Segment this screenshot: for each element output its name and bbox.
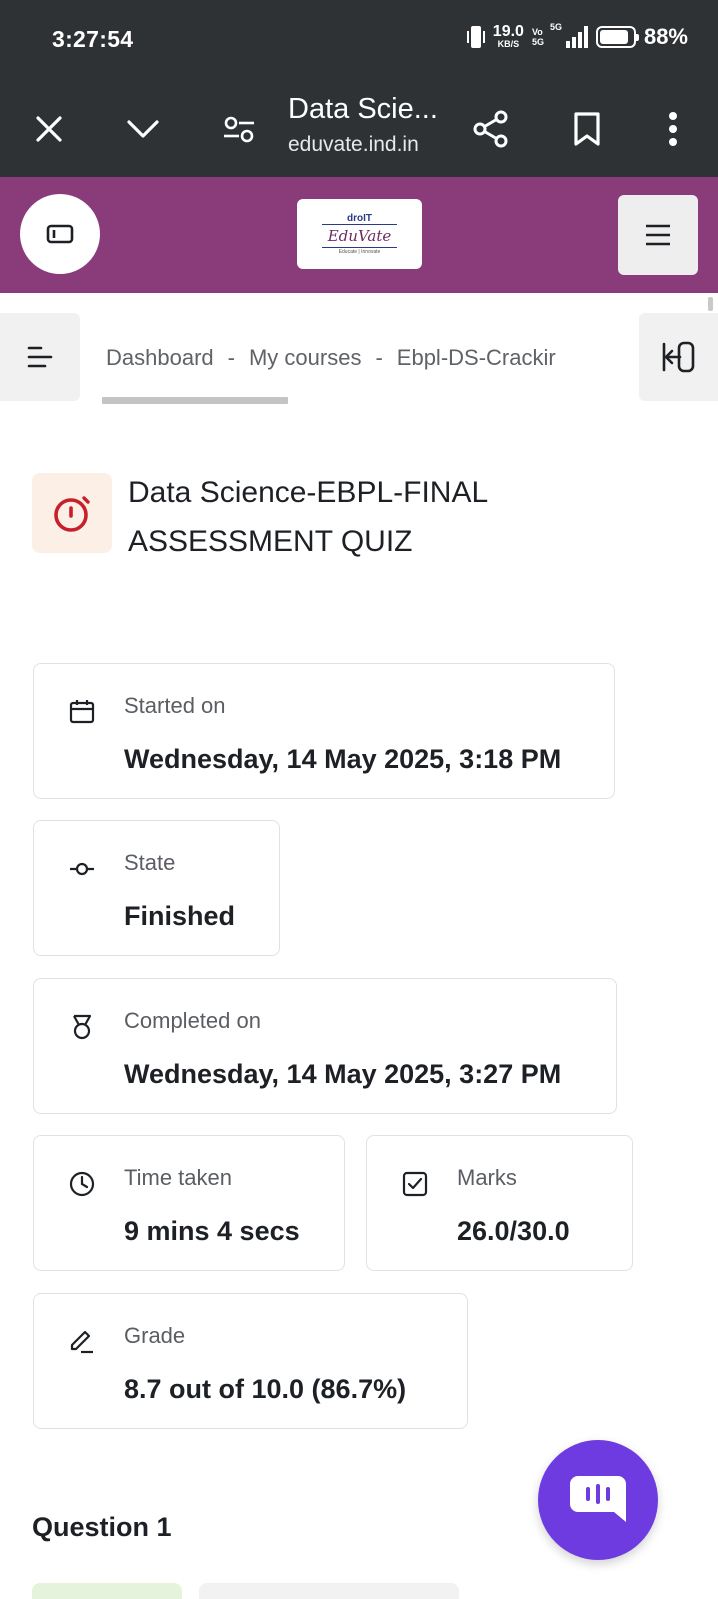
calendar-icon xyxy=(68,698,96,726)
breadcrumb-separator: - xyxy=(227,345,235,370)
state-icon xyxy=(68,855,96,883)
logo-tagline: Educate | Innovate xyxy=(338,248,381,255)
page-title: Data Scie... xyxy=(288,93,438,125)
volte-indicator: Vo 5G xyxy=(532,27,544,47)
network-speed-unit: KB/S xyxy=(497,39,520,49)
minimize-tab-button[interactable] xyxy=(114,100,172,158)
volte-bottom: 5G xyxy=(531,37,544,47)
toggle-view-button[interactable] xyxy=(20,194,100,274)
page-scrollbar[interactable] xyxy=(708,297,713,311)
completed-on-card: Completed on Wednesday, 14 May 2025, 3:2… xyxy=(33,978,617,1114)
completed-on-value: Wednesday, 14 May 2025, 3:27 PM xyxy=(124,1059,562,1089)
battery-icon xyxy=(595,26,639,48)
network-type: 5G xyxy=(549,22,562,32)
hamburger-icon xyxy=(646,224,670,246)
clock-icon xyxy=(68,1170,96,1198)
site-settings-icon xyxy=(224,116,254,143)
block-drawer-button[interactable] xyxy=(639,313,718,401)
checkbox-icon xyxy=(401,1170,429,1198)
page-title-block[interactable]: Data Scie... eduvate.ind.in xyxy=(288,88,438,160)
breadcrumb: Dashboard - My courses - Ebpl-DS-Crackir xyxy=(106,345,618,371)
question-heading: Question 1 xyxy=(32,1512,172,1542)
breadcrumb-my-courses[interactable]: My courses xyxy=(249,345,361,370)
more-vert-icon xyxy=(669,112,677,146)
marks-card: Marks 26.0/30.0 xyxy=(366,1135,633,1271)
browser-toolbar: Data Scie... eduvate.ind.in xyxy=(0,82,718,177)
state-card: State Finished xyxy=(33,820,280,956)
quiz-timer-icon xyxy=(54,496,90,532)
marks-label: Marks xyxy=(457,1165,517,1190)
signal-icon: 5G xyxy=(550,22,588,48)
close-icon xyxy=(36,116,62,142)
battery-percent: 88% xyxy=(643,24,688,49)
bookmark-icon xyxy=(574,112,600,146)
grade-card: Grade 8.7 out of 10.0 (86.7%) xyxy=(33,1293,468,1429)
page-url: eduvate.ind.in xyxy=(288,133,419,156)
share-button[interactable] xyxy=(462,100,520,158)
status-indicators: 19.0 KB/S Vo 5G 5G 88% xyxy=(466,22,688,50)
site-header: droIT EduVate Educate | Innovate xyxy=(0,177,718,293)
vibrate-icon xyxy=(466,25,485,49)
eduvate-logo[interactable]: droIT EduVate Educate | Innovate xyxy=(297,199,422,269)
block-drawer-icon xyxy=(662,341,694,373)
state-label: State xyxy=(124,850,176,875)
course-index-icon xyxy=(27,346,53,368)
status-bar: 3:27:54 19.0 KB/S Vo 5G 5G 88% xyxy=(0,0,718,82)
bookmark-button[interactable] xyxy=(558,100,616,158)
page-title: Data Science-EBPL-FINAL ASSESSMENT QUIZ xyxy=(128,476,488,558)
share-icon xyxy=(473,110,508,148)
site-settings-button[interactable] xyxy=(210,100,268,158)
course-index-button[interactable] xyxy=(0,313,80,401)
marks-value: 26.0/30.0 xyxy=(457,1216,570,1246)
completed-on-label: Completed on xyxy=(124,1008,261,1033)
time-taken-card: Time taken 9 mins 4 secs xyxy=(33,1135,345,1271)
medal-icon xyxy=(68,1013,96,1041)
started-on-label: Started on xyxy=(124,693,226,718)
toggle-view-icon xyxy=(46,224,74,244)
time-taken-value: 9 mins 4 secs xyxy=(124,1216,300,1246)
grade-value: 8.7 out of 10.0 (86.7%) xyxy=(124,1374,407,1404)
status-time: 3:27:54 xyxy=(52,26,134,52)
more-options-button[interactable] xyxy=(644,100,702,158)
question-status-badge xyxy=(32,1583,182,1599)
logo-brand-name: EduVate xyxy=(321,223,398,248)
volte-top: Vo xyxy=(531,27,543,37)
started-on-value: Wednesday, 14 May 2025, 3:18 PM xyxy=(124,744,562,774)
chevron-down-icon xyxy=(127,120,159,138)
breadcrumb-bar: Dashboard - My courses - Ebpl-DS-Crackir xyxy=(0,313,718,404)
breadcrumb-separator: - xyxy=(375,345,383,370)
pencil-icon xyxy=(68,1328,96,1356)
started-on-card: Started on Wednesday, 14 May 2025, 3:18 … xyxy=(33,663,615,799)
breadcrumb-dashboard[interactable]: Dashboard xyxy=(106,345,214,370)
chat-assistant-button[interactable] xyxy=(538,1440,658,1560)
time-taken-label: Time taken xyxy=(124,1165,233,1190)
chat-bubble-icon xyxy=(570,1476,626,1522)
close-tab-button[interactable] xyxy=(20,100,78,158)
breadcrumb-scrollbar[interactable] xyxy=(102,397,288,404)
breadcrumb-course[interactable]: Ebpl-DS-Crackir xyxy=(397,345,556,370)
quiz-activity-icon xyxy=(32,473,112,553)
main-menu-button[interactable] xyxy=(618,195,698,275)
grade-label: Grade xyxy=(124,1323,186,1348)
logo-top-text: droIT xyxy=(347,212,372,224)
question-info-badge xyxy=(199,1583,459,1599)
state-value: Finished xyxy=(124,901,236,931)
network-speed-value: 19.0 xyxy=(492,23,524,40)
network-speed: 19.0 KB/S xyxy=(493,24,524,50)
